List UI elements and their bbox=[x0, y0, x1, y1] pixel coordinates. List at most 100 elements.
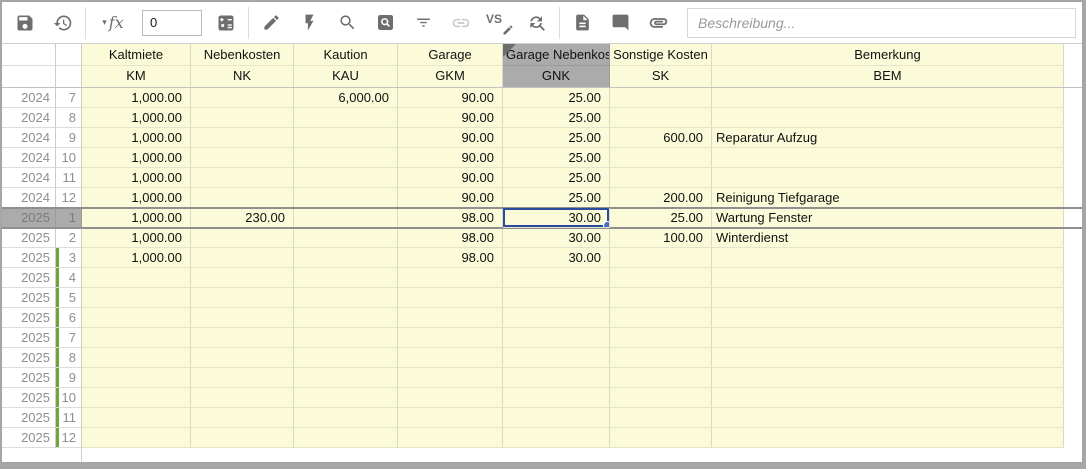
cell-kaltmiete[interactable]: 1,000.00 bbox=[82, 208, 191, 228]
cell-kaution[interactable] bbox=[294, 288, 398, 308]
row-header-year[interactable]: 2025 bbox=[2, 208, 56, 228]
cell-sonstige-kosten[interactable] bbox=[610, 168, 712, 188]
row-header-year[interactable]: 2024 bbox=[2, 148, 56, 168]
cell-kaltmiete[interactable] bbox=[82, 408, 191, 428]
cell-sonstige-kosten[interactable] bbox=[610, 88, 712, 108]
column-header-kaution[interactable]: Kaution bbox=[294, 44, 398, 66]
cell-garage-nebenkosten[interactable]: 25.00 bbox=[503, 148, 610, 168]
cell-garage-nebenkosten[interactable]: 30.00 bbox=[503, 208, 610, 228]
cell-garage[interactable]: 90.00 bbox=[398, 128, 503, 148]
column-code-sk[interactable]: SK bbox=[610, 66, 712, 87]
cell-garage[interactable]: 90.00 bbox=[398, 168, 503, 188]
cell-kaltmiete[interactable]: 1,000.00 bbox=[82, 188, 191, 208]
cell-nebenkosten[interactable] bbox=[191, 388, 294, 408]
cell-sonstige-kosten[interactable]: 200.00 bbox=[610, 188, 712, 208]
row-header-year[interactable]: 2025 bbox=[2, 368, 56, 388]
column-code-km[interactable]: KM bbox=[82, 66, 191, 87]
number-input[interactable] bbox=[142, 10, 202, 36]
cell-garage-nebenkosten[interactable] bbox=[503, 368, 610, 388]
column-header-kaltmiete[interactable]: Kaltmiete bbox=[82, 44, 191, 66]
cell-sonstige-kosten[interactable] bbox=[610, 388, 712, 408]
cell-kaltmiete[interactable] bbox=[82, 428, 191, 448]
row-header-year[interactable]: 2025 bbox=[2, 228, 56, 248]
cell-kaution[interactable] bbox=[294, 168, 398, 188]
cell-garage-nebenkosten[interactable] bbox=[503, 328, 610, 348]
cell-sonstige-kosten[interactable] bbox=[610, 248, 712, 268]
column-header-garage[interactable]: Garage bbox=[398, 44, 503, 66]
cell-kaution[interactable] bbox=[294, 328, 398, 348]
cell-garage[interactable] bbox=[398, 288, 503, 308]
row-header-year[interactable]: 2025 bbox=[2, 308, 56, 328]
cell-garage-nebenkosten[interactable] bbox=[503, 408, 610, 428]
cell-nebenkosten[interactable] bbox=[191, 308, 294, 328]
row-header-month[interactable]: 4 bbox=[56, 268, 82, 288]
column-code-gkm[interactable]: GKM bbox=[398, 66, 503, 87]
cell-bemerkung[interactable] bbox=[712, 368, 1064, 388]
cell-garage[interactable] bbox=[398, 428, 503, 448]
cell-kaution[interactable] bbox=[294, 248, 398, 268]
cell-sonstige-kosten[interactable]: 25.00 bbox=[610, 208, 712, 228]
row-header-year[interactable]: 2025 bbox=[2, 388, 56, 408]
cell-garage[interactable]: 98.00 bbox=[398, 248, 503, 268]
cell-kaution[interactable] bbox=[294, 148, 398, 168]
row-header-year[interactable]: 2025 bbox=[2, 348, 56, 368]
cell-nebenkosten[interactable]: 230.00 bbox=[191, 208, 294, 228]
vs-edit-button[interactable]: VS bbox=[480, 6, 518, 40]
cell-kaltmiete[interactable]: 1,000.00 bbox=[82, 168, 191, 188]
row-header-month[interactable]: 10 bbox=[56, 388, 82, 408]
cell-kaution[interactable] bbox=[294, 348, 398, 368]
row-header-month[interactable]: 1 bbox=[56, 208, 82, 228]
cell-kaution[interactable] bbox=[294, 188, 398, 208]
cell-garage-nebenkosten[interactable] bbox=[503, 308, 610, 328]
cell-kaution[interactable] bbox=[294, 428, 398, 448]
cell-nebenkosten[interactable] bbox=[191, 88, 294, 108]
cell-garage[interactable] bbox=[398, 328, 503, 348]
cell-bemerkung[interactable] bbox=[712, 148, 1064, 168]
cell-sonstige-kosten[interactable] bbox=[610, 328, 712, 348]
cell-garage[interactable]: 98.00 bbox=[398, 228, 503, 248]
row-header-month[interactable]: 7 bbox=[56, 328, 82, 348]
cell-kaltmiete[interactable]: 1,000.00 bbox=[82, 108, 191, 128]
cell-garage[interactable] bbox=[398, 388, 503, 408]
comment-button[interactable] bbox=[601, 6, 639, 40]
cell-nebenkosten[interactable] bbox=[191, 228, 294, 248]
cell-garage[interactable] bbox=[398, 348, 503, 368]
cell-nebenkosten[interactable] bbox=[191, 168, 294, 188]
row-header-month[interactable]: 9 bbox=[56, 128, 82, 148]
cell-kaltmiete[interactable] bbox=[82, 348, 191, 368]
brush-button[interactable] bbox=[252, 6, 290, 40]
column-code-nk[interactable]: NK bbox=[191, 66, 294, 87]
lightning-button[interactable] bbox=[290, 6, 328, 40]
row-header-year[interactable]: 2025 bbox=[2, 328, 56, 348]
cell-sonstige-kosten[interactable] bbox=[610, 148, 712, 168]
cell-garage-nebenkosten[interactable]: 25.00 bbox=[503, 128, 610, 148]
cell-bemerkung[interactable] bbox=[712, 108, 1064, 128]
cell-garage[interactable] bbox=[398, 308, 503, 328]
cell-kaltmiete[interactable] bbox=[82, 268, 191, 288]
column-code-gnk[interactable]: GNK bbox=[503, 66, 610, 87]
column-code-bem[interactable]: BEM bbox=[712, 66, 1064, 87]
cell-sonstige-kosten[interactable] bbox=[610, 368, 712, 388]
cell-garage-nebenkosten[interactable]: 25.00 bbox=[503, 168, 610, 188]
cell-kaution[interactable] bbox=[294, 268, 398, 288]
cell-nebenkosten[interactable] bbox=[191, 188, 294, 208]
cell-nebenkosten[interactable] bbox=[191, 408, 294, 428]
document-button[interactable] bbox=[563, 6, 601, 40]
cell-nebenkosten[interactable] bbox=[191, 268, 294, 288]
cell-garage-nebenkosten[interactable]: 25.00 bbox=[503, 188, 610, 208]
cell-bemerkung[interactable] bbox=[712, 328, 1064, 348]
row-header-month[interactable]: 3 bbox=[56, 248, 82, 268]
cell-garage[interactable]: 98.00 bbox=[398, 208, 503, 228]
row-header-month[interactable]: 8 bbox=[56, 108, 82, 128]
row-header-month[interactable]: 7 bbox=[56, 88, 82, 108]
cell-sonstige-kosten[interactable] bbox=[610, 108, 712, 128]
cell-garage-nebenkosten[interactable] bbox=[503, 268, 610, 288]
filter-button[interactable] bbox=[404, 6, 442, 40]
cell-bemerkung[interactable] bbox=[712, 408, 1064, 428]
cell-bemerkung[interactable] bbox=[712, 388, 1064, 408]
cell-kaltmiete[interactable]: 1,000.00 bbox=[82, 88, 191, 108]
cell-bemerkung[interactable] bbox=[712, 268, 1064, 288]
column-header-garage-nebenkosten[interactable]: Garage Nebenkosten bbox=[503, 44, 610, 66]
cell-bemerkung[interactable] bbox=[712, 288, 1064, 308]
cell-kaution[interactable] bbox=[294, 208, 398, 228]
